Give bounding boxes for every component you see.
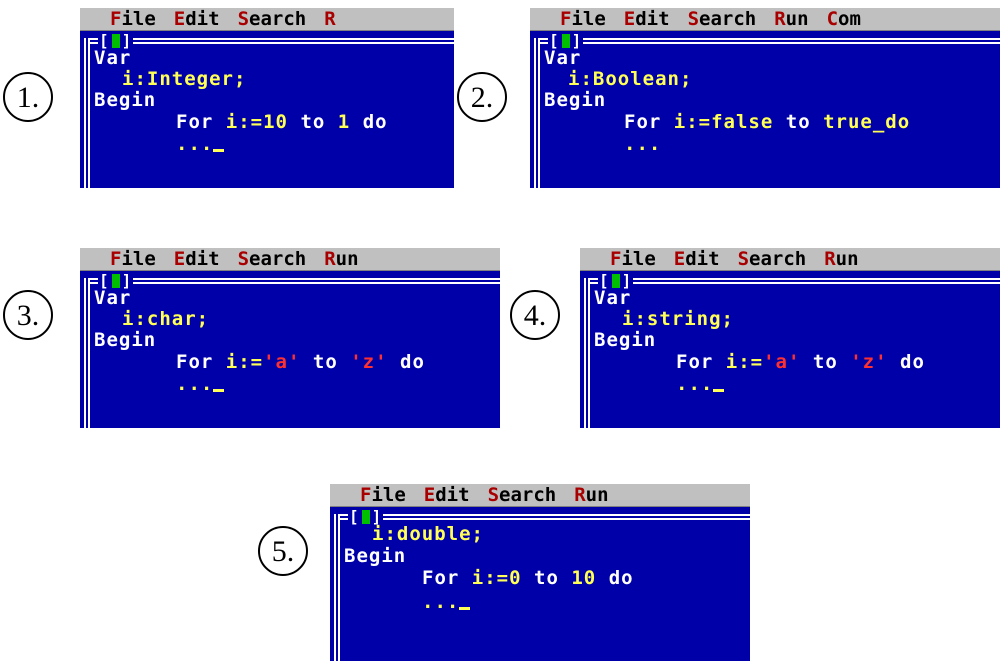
window-indicator-icon — [611, 274, 620, 288]
code-line: For i:=false to true_do — [624, 111, 911, 133]
ide-window-4: File Edit Search Run [] Var i:string; Begin… — [580, 248, 1000, 428]
menu-bar: File Edit Search Run — [80, 248, 500, 271]
menu-search[interactable]: Search — [738, 248, 807, 270]
menu-bar: File Edit Search Run Com — [530, 8, 1000, 31]
menu-run[interactable]: Run — [824, 248, 858, 270]
menu-edit[interactable]: Edit — [174, 248, 220, 270]
menu-file[interactable]: File — [110, 248, 156, 270]
code-line: Var — [544, 47, 582, 69]
menu-search[interactable]: Search — [238, 8, 307, 30]
code-line: ... — [676, 373, 725, 395]
ide-window-1: File Edit Search R [] Var i:Integer; Begin … — [80, 8, 454, 188]
menu-compile[interactable]: Com — [827, 8, 861, 30]
code-line: For i:='a' to 'z' do — [676, 351, 925, 373]
code-line: Begin — [544, 89, 607, 111]
window-frame-top — [590, 278, 1000, 284]
code-line: ... — [624, 133, 662, 155]
menu-edit[interactable]: Edit — [174, 8, 220, 30]
code-line: Begin — [594, 329, 657, 351]
code-line: For i:=0 to 10 do — [422, 567, 634, 589]
ide-window-3: File Edit Search Run [] Var i:char; Begin F… — [80, 248, 500, 428]
menu-run[interactable]: Run — [324, 248, 358, 270]
code-editor[interactable]: [] Var i:Integer; Begin For i:=10 to 1 d… — [80, 31, 454, 188]
panel-number-1: 1. — [3, 72, 53, 122]
menu-edit[interactable]: Edit — [674, 248, 720, 270]
panel-number-4: 4. — [510, 290, 560, 340]
code-line: Begin — [344, 545, 407, 567]
menu-edit[interactable]: Edit — [424, 484, 470, 506]
menu-run[interactable]: Run — [774, 8, 808, 30]
window-indicator-icon — [111, 274, 120, 288]
code-line: For i:=10 to 1 do — [176, 111, 388, 133]
window-frame-top — [90, 278, 500, 284]
menu-run[interactable]: R — [324, 8, 335, 30]
code-line: ... — [422, 591, 471, 613]
text-cursor — [213, 389, 225, 392]
window-frame-left — [584, 278, 590, 428]
code-line: For i:='a' to 'z' do — [176, 351, 425, 373]
menu-file[interactable]: File — [360, 484, 406, 506]
code-line: Var — [94, 47, 132, 69]
code-line: i:double; — [372, 523, 484, 545]
code-editor[interactable]: [] i:double; Begin For i:=0 to 10 do ... — [330, 507, 750, 661]
ide-window-5: File Edit Search Run [] i:double; Begin For… — [330, 484, 750, 661]
menu-bar: File Edit Search Run — [330, 484, 750, 507]
menu-file[interactable]: File — [560, 8, 606, 30]
window-frame-left — [534, 38, 540, 188]
code-editor[interactable]: [] Var i:Boolean; Begin For i:=false to … — [530, 31, 1000, 188]
code-line: Begin — [94, 89, 157, 111]
menu-edit[interactable]: Edit — [624, 8, 670, 30]
window-frame-top — [340, 514, 750, 520]
window-frame-left — [334, 514, 340, 661]
text-cursor — [213, 149, 225, 152]
code-line: i:string; — [622, 308, 734, 330]
panel-number-5: 5. — [258, 526, 308, 576]
ide-window-2: File Edit Search Run Com [] Var i:Boolean; B… — [530, 8, 1000, 188]
window-indicator-icon — [361, 510, 370, 524]
code-line: Var — [594, 287, 632, 309]
menu-search[interactable]: Search — [488, 484, 557, 506]
code-line: i:char; — [122, 308, 210, 330]
window-frame-top — [90, 38, 454, 44]
menu-bar: File Edit Search R — [80, 8, 454, 31]
menu-bar: File Edit Search Run — [580, 248, 1000, 271]
code-line: i:Boolean; — [568, 68, 693, 90]
menu-search[interactable]: Search — [688, 8, 757, 30]
text-cursor — [713, 389, 725, 392]
menu-file[interactable]: File — [110, 8, 156, 30]
window-frame-left — [84, 278, 90, 428]
code-line: ... — [176, 373, 225, 395]
panel-number-3: 3. — [3, 290, 53, 340]
window-indicator-icon — [561, 34, 570, 48]
code-line: Var — [94, 287, 132, 309]
window-frame-top — [540, 38, 1000, 44]
code-editor[interactable]: [] Var i:char; Begin For i:='a' to 'z' d… — [80, 271, 500, 428]
window-indicator-icon — [111, 34, 120, 48]
menu-run[interactable]: Run — [574, 484, 608, 506]
text-cursor — [459, 607, 471, 610]
code-line: i:Integer; — [122, 68, 247, 90]
menu-search[interactable]: Search — [238, 248, 307, 270]
menu-file[interactable]: File — [610, 248, 656, 270]
code-editor[interactable]: [] Var i:string; Begin For i:='a' to 'z'… — [580, 271, 1000, 428]
code-line: Begin — [94, 329, 157, 351]
window-frame-left — [84, 38, 90, 188]
panel-number-2: 2. — [457, 72, 507, 122]
code-line: ... — [176, 133, 225, 155]
